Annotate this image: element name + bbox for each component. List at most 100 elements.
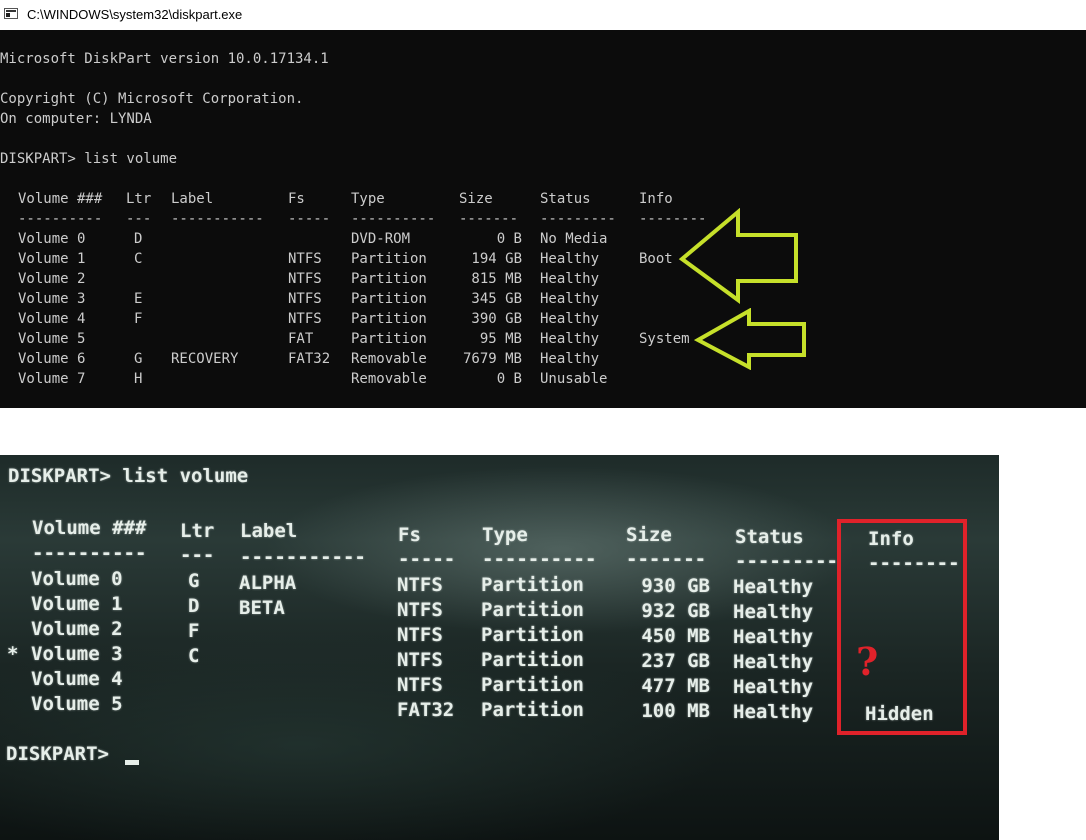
console-photo: DISKPART> list volume Volume ### Ltr Label… (0, 455, 999, 840)
column-separator: ---------- (18, 211, 103, 227)
window-titlebar: C:\WINDOWS\system32\diskpart.exe (0, 0, 1086, 30)
cell-ltr: G (134, 351, 143, 367)
cell-fs: NTFS (288, 311, 322, 327)
cell-volume: Volume 4 (31, 668, 123, 690)
cell-ltr: H (134, 371, 143, 387)
column-header: Size (626, 524, 672, 546)
cell-volume: Volume 5 (18, 331, 86, 347)
cell-type: Partition (481, 674, 584, 696)
cell-status: Healthy (733, 576, 814, 598)
copyright-line: Copyright (C) Microsoft Corporation. (0, 91, 304, 107)
cell-type: Partition (351, 271, 427, 287)
cell-status: Healthy (540, 351, 600, 367)
cell-type: Partition (481, 624, 584, 646)
cell-status: No Media (540, 231, 608, 247)
column-separator: ----- (398, 548, 456, 570)
column-separator: --- (126, 211, 152, 227)
column-separator: ------- (626, 548, 707, 570)
cell-type: Removable (351, 371, 427, 387)
cell-fs: NTFS (397, 649, 443, 671)
cell-size: 930 GB (641, 575, 710, 597)
cell-status: Healthy (540, 311, 600, 327)
command-line: DISKPART> list volume (0, 151, 178, 167)
cell-size: 815 MB (471, 271, 522, 287)
column-header: Label (240, 520, 298, 542)
photo-command-line: DISKPART> list volume (8, 465, 249, 487)
cell-size: 477 MB (641, 675, 710, 697)
system-arrow-icon (694, 308, 806, 370)
diskpart-banner: Microsoft DiskPart version 10.0.17134.1 (0, 51, 329, 67)
column-separator: ---------- (482, 548, 597, 570)
cell-status: Healthy (733, 601, 814, 623)
cell-fs: NTFS (397, 574, 443, 596)
cell-volume: Volume 3 (31, 643, 123, 665)
cell-ltr: C (134, 251, 143, 267)
question-mark: ? (856, 639, 879, 684)
column-header: Label (171, 191, 214, 207)
cell-type: Partition (351, 251, 427, 267)
cell-size: 932 GB (641, 600, 710, 622)
current-volume-marker: * (7, 643, 19, 665)
cell-status: Healthy (733, 626, 814, 648)
cell-size: 237 GB (641, 650, 710, 672)
cell-volume: Volume 2 (18, 271, 86, 287)
cell-type: Partition (481, 599, 584, 621)
cell-size: 7679 MB (462, 351, 522, 367)
cell-size: 0 B (496, 371, 522, 387)
cell-type: Partition (481, 699, 584, 721)
column-separator: --- (180, 544, 215, 566)
cell-type: Partition (351, 311, 427, 327)
cell-fs: NTFS (288, 271, 322, 287)
cursor (125, 760, 139, 765)
column-separator: ----- (288, 211, 331, 227)
console-output[interactable]: Microsoft DiskPart version 10.0.17134.1 … (0, 30, 1086, 408)
column-header: Ltr (180, 520, 215, 542)
cell-ltr: G (188, 570, 200, 592)
cell-fs: NTFS (397, 674, 443, 696)
cell-status: Healthy (733, 651, 814, 673)
cell-ltr: E (134, 291, 143, 307)
cell-volume: Volume 4 (18, 311, 86, 327)
cell-status: Healthy (540, 271, 600, 287)
cell-status: Healthy (733, 701, 814, 723)
column-separator: ---------- (351, 211, 436, 227)
cell-size: 450 MB (641, 625, 710, 647)
cell-volume: Volume 1 (18, 251, 86, 267)
cell-ltr: D (134, 231, 143, 247)
column-header: Volume ### (32, 517, 147, 539)
cell-status: Healthy (733, 676, 814, 698)
cell-info: System (639, 331, 690, 347)
column-header: Status (540, 191, 591, 207)
cell-volume: Volume 7 (18, 371, 86, 387)
cell-type: Partition (481, 649, 584, 671)
cell-volume: Volume 2 (31, 618, 123, 640)
column-separator: ----------- (240, 546, 366, 568)
column-header: Ltr (126, 191, 152, 207)
cell-fs: FAT (288, 331, 314, 347)
cell-status: Healthy (540, 251, 600, 267)
cell-status: Healthy (540, 331, 600, 347)
column-header: Volume ### (18, 191, 103, 207)
column-separator: ---------- (32, 542, 147, 564)
column-header: Info (639, 191, 673, 207)
cell-size: 194 GB (471, 251, 522, 267)
cell-volume: Volume 3 (18, 291, 86, 307)
column-header: Status (735, 526, 804, 548)
cell-ltr: D (188, 595, 200, 617)
cell-label: RECOVERY (171, 351, 239, 367)
info-column-highlight (837, 519, 967, 735)
cell-status: Unusable (540, 371, 608, 387)
cell-fs: NTFS (288, 291, 322, 307)
cell-status: Healthy (540, 291, 600, 307)
cell-info: Boot (639, 251, 673, 267)
cell-fs: NTFS (288, 251, 322, 267)
boot-arrow-icon (678, 208, 798, 304)
cell-ltr: C (188, 645, 200, 667)
cell-label: ALPHA (239, 572, 297, 594)
cell-volume: Volume 0 (18, 231, 86, 247)
cell-size: 345 GB (471, 291, 522, 307)
cell-label: BETA (239, 597, 285, 619)
cell-fs: FAT32 (397, 699, 455, 721)
column-header: Fs (288, 191, 305, 207)
cell-fs: NTFS (397, 624, 443, 646)
